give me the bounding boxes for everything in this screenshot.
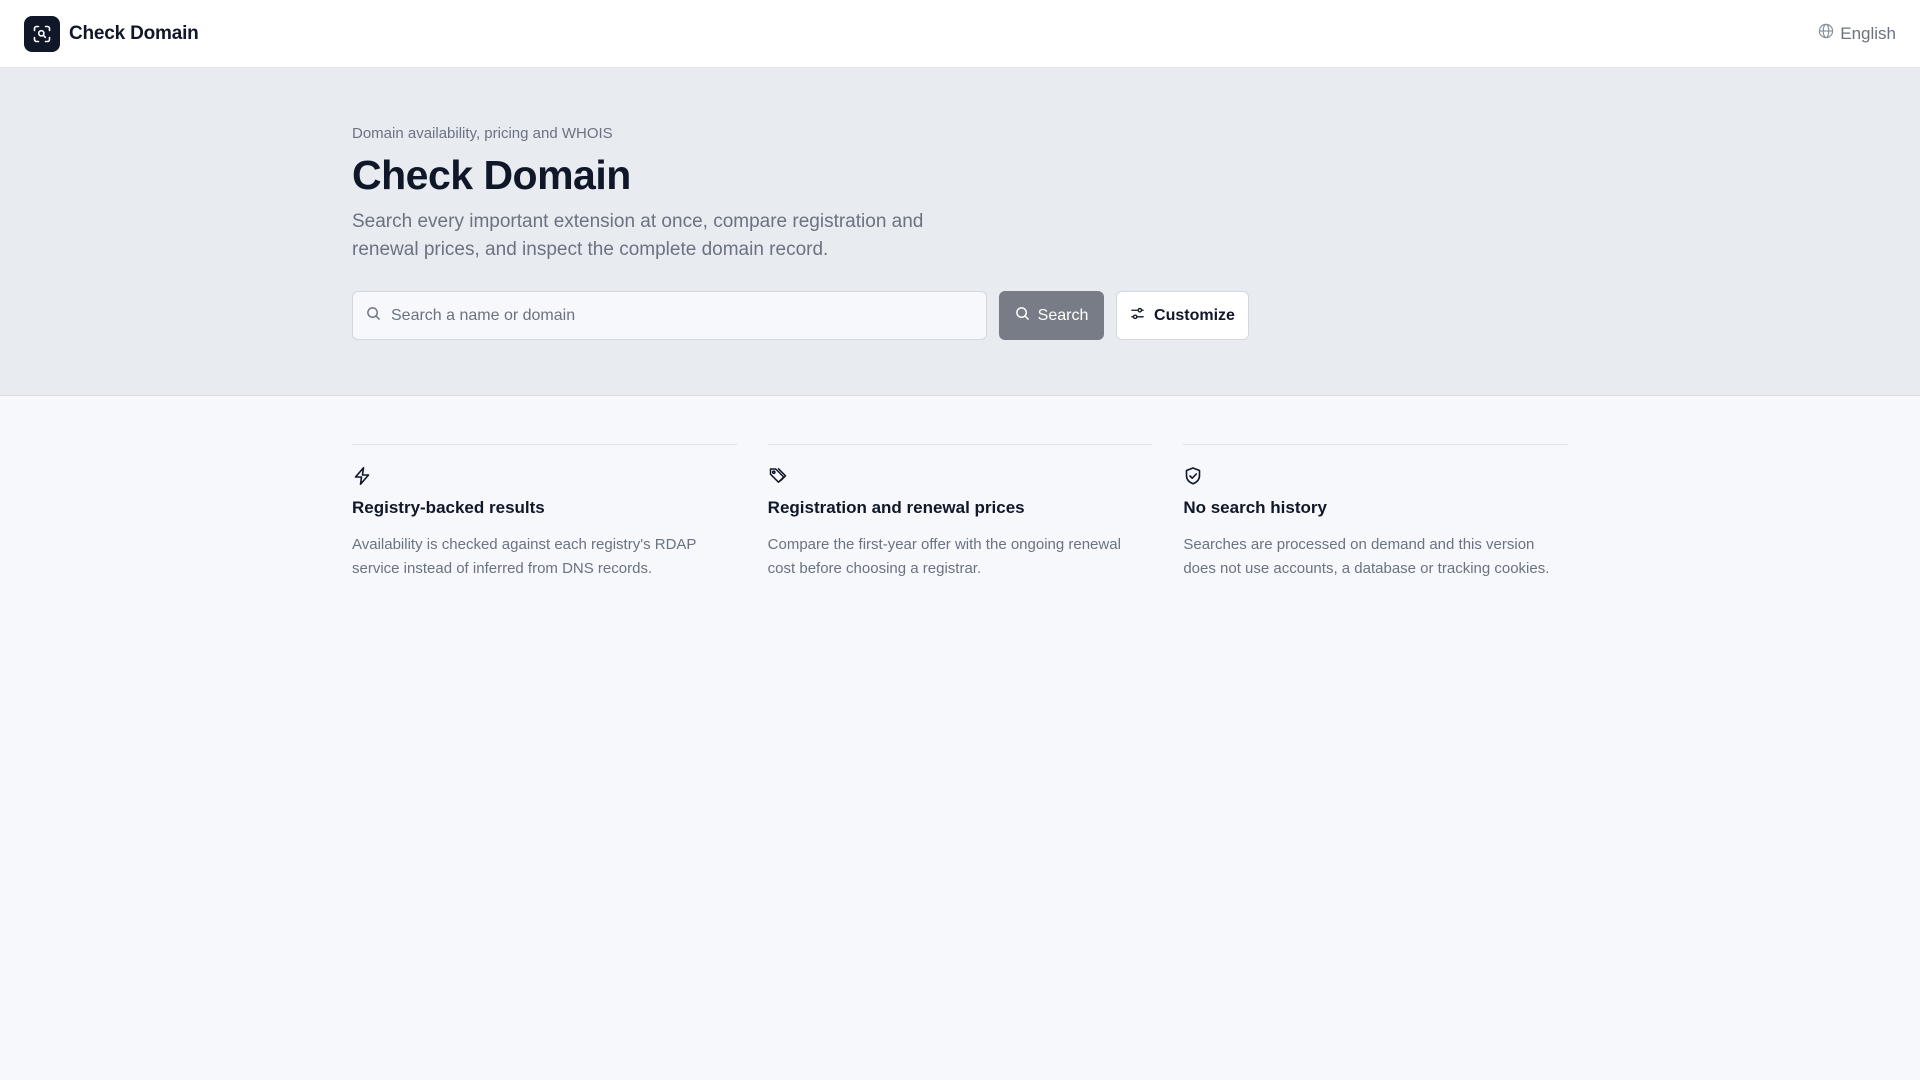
top-navigation-bar: Check Domain English	[0, 0, 1920, 68]
customize-button[interactable]: Customize	[1116, 291, 1249, 340]
globe-icon	[1818, 23, 1834, 44]
language-selector[interactable]: English	[1818, 23, 1896, 44]
hero-section: Domain availability, pricing and WHOIS C…	[0, 68, 1920, 396]
feature-card: Registration and renewal prices Compare …	[767, 444, 1153, 581]
search-bar: Search Customize	[352, 291, 1249, 340]
feature-description: Availability is checked against each reg…	[352, 536, 697, 577]
page-title: Check Domain	[352, 152, 631, 198]
search-button-label: Search	[1037, 306, 1089, 324]
lightning-icon	[352, 465, 737, 487]
feature-description: Compare the first-year offer with the on…	[767, 536, 1121, 577]
search-icon	[366, 306, 381, 326]
feature-card: No search history Searches are processed…	[1183, 444, 1569, 581]
language-label: English	[1840, 23, 1896, 43]
sliders-icon	[1130, 306, 1145, 326]
brand-home-link[interactable]: Check Domain	[24, 15, 199, 52]
feature-title: Registry-backed results	[352, 498, 545, 517]
feature-title: Registration and renewal prices	[767, 498, 1025, 517]
customize-button-label: Customize	[1154, 306, 1235, 324]
hero-eyebrow: Domain availability, pricing and WHOIS	[352, 125, 613, 142]
search-input[interactable]	[391, 306, 973, 325]
search-button[interactable]: Search	[999, 291, 1104, 340]
domain-scan-icon	[24, 15, 60, 52]
search-icon	[1015, 306, 1030, 326]
price-tag-icon	[768, 465, 1153, 487]
shield-check-icon	[1183, 465, 1568, 487]
feature-card: Registry-backed results Availability is …	[352, 444, 737, 581]
search-field[interactable]	[352, 291, 987, 340]
feature-title: No search history	[1183, 498, 1327, 517]
feature-description: Searches are processed on demand and thi…	[1183, 536, 1550, 577]
features-section: Registry-backed results Availability is …	[352, 444, 1569, 581]
hero-subtitle: Search every important extension at once…	[352, 211, 924, 260]
brand-name: Check Domain	[69, 22, 199, 44]
